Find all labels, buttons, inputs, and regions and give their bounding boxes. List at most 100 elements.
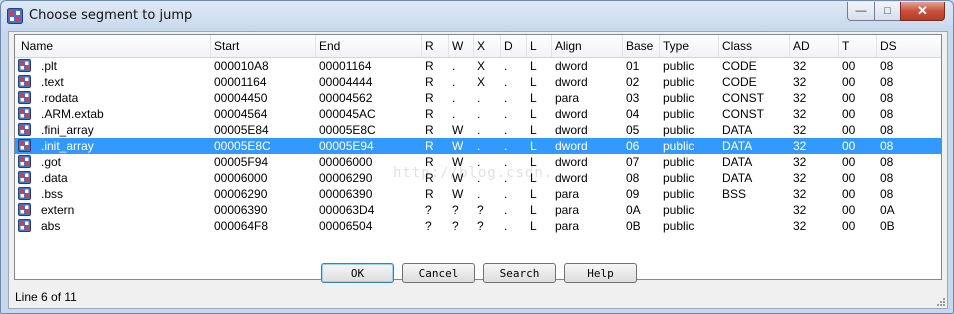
column-separator[interactable] [876, 35, 877, 57]
search-button[interactable]: Search [483, 263, 556, 283]
cell-t: 00 [842, 155, 856, 169]
cell-w: . [452, 91, 456, 105]
table-row[interactable]: extern 00006390 000063D4???. Lpara 0A public 3… [15, 202, 941, 218]
segment-list[interactable]: Name Start End R W X D L Align Base Type Class AD T DS… [14, 34, 942, 280]
cancel-button[interactable]: Cancel [402, 263, 475, 283]
ok-button[interactable]: OK [321, 263, 394, 283]
column-separator[interactable] [315, 35, 316, 57]
cell-name: .got [41, 155, 62, 169]
table-row[interactable]: .fini_array 00005E84 00005E8C R W.. Ldword 05 p… [15, 122, 941, 138]
cell-l: L [530, 107, 537, 121]
table-row[interactable]: .plt 000010A8 00001164 R. X. Ldword 01 public CO… [15, 58, 941, 74]
cell-end: 00005E94 [319, 139, 374, 153]
cell-w: W [452, 171, 464, 185]
column-separator[interactable] [210, 35, 211, 57]
cell-t: 00 [842, 59, 856, 73]
cell-x: . [477, 187, 481, 201]
cell-x: X [477, 75, 486, 89]
cell-r: R [425, 155, 434, 169]
column-separator[interactable] [500, 35, 501, 57]
cell-type: public [663, 59, 695, 73]
column-separator[interactable] [551, 35, 552, 57]
column-separator[interactable] [718, 35, 719, 57]
resize-grip-icon[interactable] [935, 296, 945, 306]
cell-base: 0A [626, 203, 641, 217]
cell-r: R [425, 59, 434, 73]
cell-ds: 08 [880, 91, 894, 105]
segment-icon [18, 75, 31, 88]
cell-type: public [663, 187, 695, 201]
minimize-button[interactable]: — [847, 2, 875, 21]
cell-base: 01 [626, 59, 640, 73]
table-row[interactable]: .rodata 00004450 00004562 R... Lpara 03 public… [15, 90, 941, 106]
cell-x: . [477, 107, 481, 121]
maximize-button[interactable]: □ [874, 2, 901, 21]
cell-align: dword [555, 139, 588, 153]
table-row[interactable]: abs 000064F8 00006504???. Lpara 0B public 32 00… [15, 218, 941, 234]
table-row[interactable]: .ARM.extab 00004564 000045AC R... Ldword 04 pu… [15, 106, 941, 122]
cell-class: BSS [722, 187, 747, 201]
column-separator[interactable] [421, 35, 422, 57]
cell-base: 06 [626, 139, 640, 153]
segment-icon [18, 155, 31, 168]
cell-name: .bss [41, 187, 64, 201]
dialog-client: Name Start End R W X D L Align Base Type Class AD T DS… [8, 31, 948, 309]
cell-r: R [425, 187, 434, 201]
close-button[interactable]: ✕ [900, 2, 945, 21]
table-row[interactable]: .bss 00006290 00006390 R W.. Lpara 09 public BSS… [15, 186, 941, 202]
cell-end: 00006290 [319, 171, 373, 185]
cell-name: .init_array [41, 139, 94, 153]
cell-ds: 0A [880, 203, 895, 217]
cell-t: 00 [842, 107, 856, 121]
column-separator[interactable] [526, 35, 527, 57]
column-separator[interactable] [659, 35, 660, 57]
title-bar[interactable]: Choose segment to jump — □ ✕ [1, 1, 953, 31]
cell-start: 000010A8 [214, 59, 269, 73]
table-row[interactable]: .text 00001164 00004444 R. X. Ldword 02 public C… [15, 74, 941, 90]
table-row[interactable]: .init_array 00005E8C 00005E94 R W.. Ldword 06 p… [15, 138, 941, 154]
cell-align: para [555, 219, 580, 233]
segment-icon [18, 107, 31, 120]
cell-r: R [425, 171, 434, 185]
cell-class: DATA [722, 155, 753, 169]
cell-type: public [663, 171, 695, 185]
table-row[interactable]: .data 00006000 00006290 R W.. Ldword 08 public D… [15, 170, 941, 186]
cell-ds: 0B [880, 219, 895, 233]
dialog-window: Choose segment to jump — □ ✕ Name Start En… [0, 0, 954, 314]
cell-name: .text [41, 75, 64, 89]
cell-x: . [477, 91, 481, 105]
window-title: Choose segment to jump [29, 8, 193, 23]
segment-icon [18, 203, 31, 216]
cell-class: DATA [722, 139, 753, 153]
cell-name: .rodata [41, 91, 79, 105]
cell-class: CODE [722, 59, 757, 73]
segment-icon [18, 123, 31, 136]
cell-align: dword [555, 59, 588, 73]
cell-align: dword [555, 155, 588, 169]
segment-icon [18, 187, 31, 200]
column-separator[interactable] [473, 35, 474, 57]
cell-d: . [504, 123, 508, 137]
cell-start: 00001164 [214, 75, 267, 89]
cell-r: R [425, 123, 434, 137]
cell-end: 00006390 [319, 187, 373, 201]
cell-class: CODE [722, 75, 757, 89]
column-separator[interactable] [448, 35, 449, 57]
column-separator[interactable] [789, 35, 790, 57]
column-separator[interactable] [838, 35, 839, 57]
cell-x: . [477, 123, 481, 137]
cell-w: W [452, 187, 464, 201]
cell-w: W [452, 123, 464, 137]
cell-end: 000063D4 [319, 203, 375, 217]
cell-d: . [504, 59, 508, 73]
segment-icon [18, 171, 31, 184]
cell-t: 00 [842, 171, 856, 185]
help-button[interactable]: Help [564, 263, 637, 283]
table-row[interactable]: .got 00005F94 00006000 R W.. Ldword 07 public DA… [15, 154, 941, 170]
list-header: Name Start End R W X D L Align Base Type Class AD T DS [15, 35, 941, 58]
cell-ad: 32 [793, 75, 807, 89]
cell-name: .plt [41, 59, 58, 73]
cell-x: . [477, 155, 481, 169]
cell-base: 0B [626, 219, 641, 233]
column-separator[interactable] [622, 35, 623, 57]
